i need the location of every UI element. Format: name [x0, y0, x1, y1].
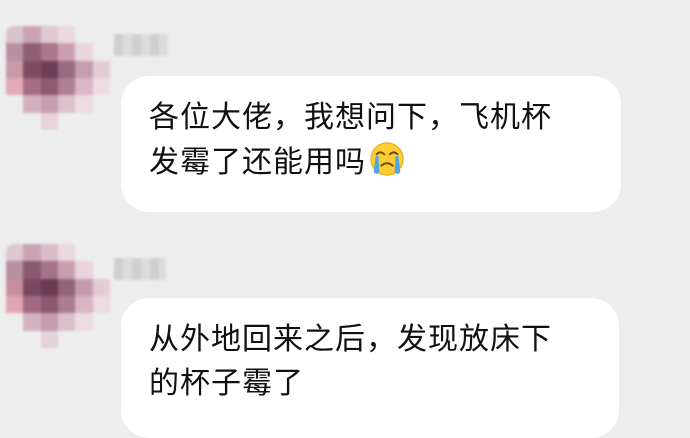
- message-row-2: 从外地回来之后，发现放床下 的杯子霉了: [0, 244, 690, 438]
- avatar-blurred[interactable]: [6, 244, 110, 348]
- sender-name-blurred: [114, 258, 166, 280]
- crying-face-emoji-icon: [370, 142, 404, 176]
- sender-name-blurred: [114, 34, 168, 56]
- message-bubble[interactable]: 从外地回来之后，发现放床下 的杯子霉了: [121, 298, 619, 438]
- message-text-line-2: 发霉了还能用吗: [149, 145, 366, 180]
- message-text-line-2: 的杯子霉了: [149, 366, 304, 401]
- message-row-1: 各位大佬，我想问下，飞机杯 发霉了还能用吗: [0, 26, 690, 226]
- message-text-line-1: 从外地回来之后，发现放床下: [149, 322, 552, 357]
- message-bubble[interactable]: 各位大佬，我想问下，飞机杯 发霉了还能用吗: [121, 76, 621, 212]
- avatar-blurred[interactable]: [6, 26, 110, 130]
- message-text-line-1: 各位大佬，我想问下，飞机杯: [149, 100, 552, 135]
